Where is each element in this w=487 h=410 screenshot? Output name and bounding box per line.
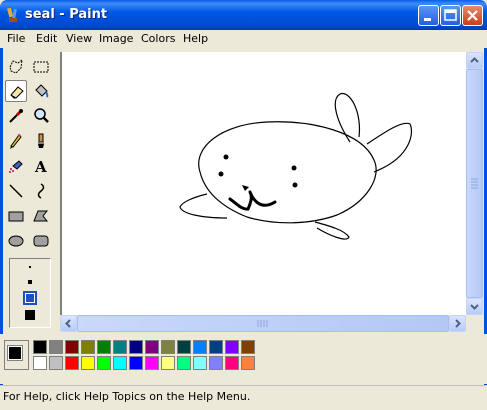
palette-swatch[interactable] xyxy=(209,356,223,370)
line-tool[interactable] xyxy=(5,180,27,202)
palette-swatch[interactable] xyxy=(161,356,175,370)
menu-edit[interactable]: Edit xyxy=(36,32,57,45)
close-button[interactable] xyxy=(462,5,483,26)
airbrush-tool[interactable] xyxy=(5,155,27,177)
palette-swatch[interactable] xyxy=(113,340,127,354)
palette-swatch[interactable] xyxy=(129,340,143,354)
scroll-right-button[interactable] xyxy=(449,315,466,332)
menu-bar: File Edit View Image Colors Help xyxy=(0,30,487,48)
ellipse-tool[interactable] xyxy=(5,230,27,252)
airbrush-icon xyxy=(9,160,23,173)
palette-swatch[interactable] xyxy=(193,340,207,354)
palette-swatch[interactable] xyxy=(97,356,111,370)
eraser-size-options xyxy=(23,266,37,320)
canvas-area xyxy=(60,52,466,315)
scroll-corner xyxy=(466,315,483,332)
palette-swatch[interactable] xyxy=(113,356,127,370)
polygon-icon xyxy=(33,210,49,222)
tool-options[interactable] xyxy=(9,258,51,328)
grip-icon xyxy=(257,320,268,327)
palette-swatch[interactable] xyxy=(177,356,191,370)
chevron-down-icon xyxy=(470,304,479,310)
chevron-left-icon xyxy=(65,319,71,328)
status-bar: For Help, click Help Topics on the Help … xyxy=(0,385,487,410)
rectangle-icon xyxy=(8,211,24,222)
scroll-left-button[interactable] xyxy=(60,315,77,332)
scroll-down-button[interactable] xyxy=(466,298,483,315)
palette-swatch[interactable] xyxy=(65,356,79,370)
magnifier-tool[interactable] xyxy=(30,105,52,127)
ellipse-icon xyxy=(8,235,24,247)
palette-swatch[interactable] xyxy=(97,340,111,354)
palette-swatch[interactable] xyxy=(33,356,47,370)
status-text: For Help, click Help Topics on the Help … xyxy=(3,390,251,403)
curve-icon xyxy=(37,183,45,199)
rounded-rect-icon xyxy=(33,235,49,247)
menu-file[interactable]: File xyxy=(7,32,25,45)
pencil-icon xyxy=(10,133,22,149)
palette-swatch[interactable] xyxy=(49,340,63,354)
chevron-up-icon xyxy=(470,57,479,63)
toolbox: A xyxy=(3,52,58,330)
vertical-scrollbar[interactable] xyxy=(466,52,483,315)
svg-text:A: A xyxy=(34,158,47,175)
color-picker-icon xyxy=(9,109,23,123)
palette-swatch[interactable] xyxy=(241,356,255,370)
grip-icon xyxy=(471,178,478,189)
title-bar[interactable]: seal - Paint xyxy=(0,0,487,30)
eraser-icon xyxy=(10,86,24,99)
text-tool[interactable]: A xyxy=(30,155,52,177)
palette-swatch[interactable] xyxy=(193,356,207,370)
palette-swatch[interactable] xyxy=(145,356,159,370)
magnifier-icon xyxy=(34,108,49,123)
palette-swatch[interactable] xyxy=(145,340,159,354)
brush-tool[interactable] xyxy=(30,130,52,152)
color-picker-tool[interactable] xyxy=(5,105,27,127)
palette-swatch[interactable] xyxy=(161,340,175,354)
rect-select-tool[interactable] xyxy=(30,56,52,78)
palette-swatch[interactable] xyxy=(81,356,95,370)
rect-select-icon xyxy=(33,61,49,73)
polygon-tool[interactable] xyxy=(30,205,52,227)
chevron-right-icon xyxy=(455,319,461,328)
palette-swatch[interactable] xyxy=(177,340,191,354)
brush-icon xyxy=(38,133,44,148)
palette-swatch[interactable] xyxy=(209,340,223,354)
fill-bucket-tool[interactable] xyxy=(30,80,52,102)
line-icon xyxy=(9,184,23,198)
palette-swatch[interactable] xyxy=(49,356,63,370)
menu-colors[interactable]: Colors xyxy=(141,32,175,45)
seal-drawing xyxy=(179,93,413,240)
palette-swatch[interactable] xyxy=(225,340,239,354)
rounded-rect-tool[interactable] xyxy=(30,230,52,252)
fill-bucket-icon xyxy=(35,84,49,98)
text-icon: A xyxy=(34,158,47,175)
curve-tool[interactable] xyxy=(30,180,52,202)
foreground-color xyxy=(7,345,23,361)
palette-swatch[interactable] xyxy=(65,340,79,354)
current-colors[interactable] xyxy=(4,340,29,370)
free-form-select-tool[interactable] xyxy=(5,56,27,78)
palette-swatch[interactable] xyxy=(129,356,143,370)
paint-brush-icon xyxy=(5,7,21,23)
palette-swatch[interactable] xyxy=(33,340,47,354)
horizontal-scroll-thumb[interactable] xyxy=(77,315,449,332)
maximize-button[interactable] xyxy=(440,5,461,26)
menu-help[interactable]: Help xyxy=(183,32,208,45)
vertical-scroll-thumb[interactable] xyxy=(466,69,483,298)
menu-image[interactable]: Image xyxy=(99,32,133,45)
drawing-canvas[interactable] xyxy=(62,52,466,315)
minimize-button[interactable] xyxy=(418,5,439,26)
window-title: seal - Paint xyxy=(25,7,108,22)
horizontal-scrollbar[interactable] xyxy=(60,315,466,332)
menu-view[interactable]: View xyxy=(66,32,92,45)
palette-swatch[interactable] xyxy=(225,356,239,370)
eraser-tool[interactable] xyxy=(5,80,27,102)
free-form-select-icon xyxy=(9,58,23,74)
rectangle-tool[interactable] xyxy=(5,205,27,227)
scroll-up-button[interactable] xyxy=(466,52,483,69)
palette-swatch[interactable] xyxy=(81,340,95,354)
palette-swatch[interactable] xyxy=(241,340,255,354)
pencil-tool[interactable] xyxy=(5,130,27,152)
